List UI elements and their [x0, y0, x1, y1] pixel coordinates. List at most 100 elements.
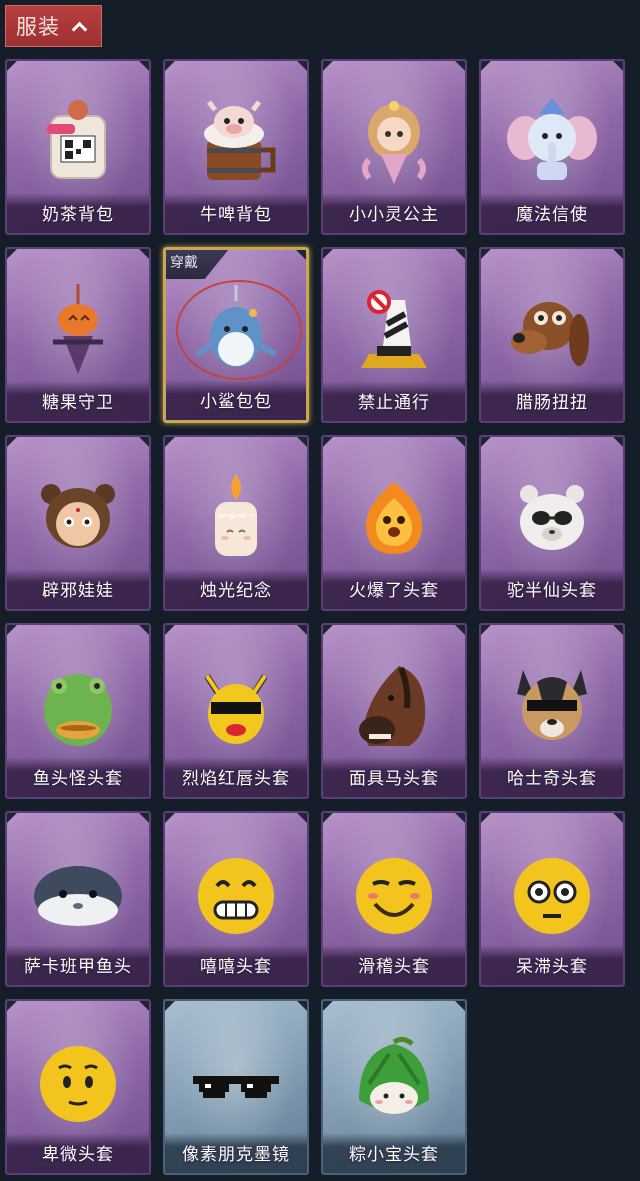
- card-corner-notch: [7, 61, 17, 71]
- card-corner-notch: [455, 625, 465, 635]
- item-card[interactable]: 哈士奇头套: [479, 623, 625, 799]
- item-name-label: 鱼头怪头套: [7, 757, 149, 797]
- card-corner-notch: [323, 625, 333, 635]
- card-corner-notch: [7, 813, 17, 823]
- item-card[interactable]: 萨卡班甲鱼头: [5, 811, 151, 987]
- item-card[interactable]: 火爆了头套: [321, 435, 467, 611]
- item-name-label: 奶茶背包: [7, 193, 149, 233]
- card-corner-notch: [455, 813, 465, 823]
- card-corner-notch: [297, 625, 307, 635]
- item-card[interactable]: 烈焰红唇头套: [163, 623, 309, 799]
- card-corner-notch: [481, 813, 491, 823]
- worn-badge: 穿戴: [166, 250, 229, 279]
- husky-sunglasses-icon: [497, 652, 607, 762]
- item-name-label: 烈焰红唇头套: [165, 757, 307, 797]
- item-card[interactable]: 牛啤背包: [163, 59, 309, 235]
- card-corner-notch: [139, 1001, 149, 1011]
- item-card[interactable]: 驼半仙头套: [479, 435, 625, 611]
- card-corner-notch: [613, 437, 623, 447]
- shark-bag-icon: [181, 277, 291, 387]
- item-name-label: 烛光纪念: [165, 569, 307, 609]
- alpaca-sunglasses-icon: [497, 464, 607, 574]
- item-name-label: 嘻嘻头套: [165, 945, 307, 985]
- card-corner-notch: [455, 249, 465, 259]
- card-corner-notch: [613, 813, 623, 823]
- no-entry-sign-icon: [339, 276, 449, 386]
- item-name-label: 萨卡班甲鱼头: [7, 945, 149, 985]
- card-corner-notch: [297, 437, 307, 447]
- item-card[interactable]: 奶茶背包: [5, 59, 151, 235]
- section-title: 服装: [16, 15, 60, 39]
- item-name-label: 糖果守卫: [7, 381, 149, 421]
- item-card[interactable]: 像素朋克墨镜: [163, 999, 309, 1175]
- item-card[interactable]: 小小灵公主: [321, 59, 467, 235]
- card-corner-notch: [165, 437, 175, 447]
- item-name-label: 魔法信使: [481, 193, 623, 233]
- item-card[interactable]: 呆滞头套: [479, 811, 625, 987]
- item-card[interactable]: 面具马头套: [321, 623, 467, 799]
- card-corner-notch: [139, 249, 149, 259]
- zongzi-head-icon: [339, 1028, 449, 1138]
- item-card[interactable]: 穿戴 小鲨包包: [163, 247, 309, 423]
- card-corner-notch: [165, 813, 175, 823]
- card-corner-notch: [455, 437, 465, 447]
- humble-emoji-icon: [23, 1028, 133, 1138]
- item-card[interactable]: 辟邪娃娃: [5, 435, 151, 611]
- card-corner-notch: [7, 437, 17, 447]
- card-corner-notch: [297, 1001, 307, 1011]
- little-princess-icon: [339, 88, 449, 198]
- card-corner-notch: [481, 437, 491, 447]
- item-name-label: 面具马头套: [323, 757, 465, 797]
- card-corner-notch: [481, 61, 491, 71]
- item-card[interactable]: 烛光纪念: [163, 435, 309, 611]
- item-name-label: 滑稽头套: [323, 945, 465, 985]
- item-name-label: 火爆了头套: [323, 569, 465, 609]
- card-corner-notch: [296, 250, 306, 260]
- item-card[interactable]: 嘻嘻头套: [163, 811, 309, 987]
- card-corner-notch: [323, 1001, 333, 1011]
- card-corner-notch: [455, 61, 465, 71]
- pixel-sunglasses-icon: [181, 1028, 291, 1138]
- card-corner-notch: [297, 61, 307, 71]
- pumpkin-guard-icon: [23, 276, 133, 386]
- card-corner-notch: [323, 813, 333, 823]
- card-corner-notch: [481, 249, 491, 259]
- card-corner-notch: [7, 1001, 17, 1011]
- section-tab-clothing[interactable]: 服装: [5, 5, 102, 47]
- magic-elephant-icon: [497, 88, 607, 198]
- card-corner-notch: [613, 625, 623, 635]
- card-corner-notch: [165, 625, 175, 635]
- horse-mask-icon: [339, 652, 449, 762]
- item-card[interactable]: 滑稽头套: [321, 811, 467, 987]
- grin-emoji-icon: [181, 840, 291, 950]
- sacabambaspis-icon: [23, 840, 133, 950]
- card-corner-notch: [613, 249, 623, 259]
- beer-barrel-backpack-icon: [181, 88, 291, 198]
- card-corner-notch: [481, 625, 491, 635]
- item-card[interactable]: 糖果守卫: [5, 247, 151, 423]
- item-card[interactable]: 粽小宝头套: [321, 999, 467, 1175]
- item-card[interactable]: 鱼头怪头套: [5, 623, 151, 799]
- item-card[interactable]: 魔法信使: [479, 59, 625, 235]
- yellow-mask-icon: [181, 652, 291, 762]
- item-name-label: 哈士奇头套: [481, 757, 623, 797]
- item-name-label: 牛啤背包: [165, 193, 307, 233]
- card-corner-notch: [323, 437, 333, 447]
- card-corner-notch: [139, 437, 149, 447]
- card-corner-notch: [7, 249, 17, 259]
- card-corner-notch: [613, 61, 623, 71]
- card-corner-notch: [323, 61, 333, 71]
- item-card[interactable]: 腊肠扭扭: [479, 247, 625, 423]
- item-name-label: 像素朋克墨镜: [165, 1133, 307, 1173]
- card-corner-notch: [323, 249, 333, 259]
- card-corner-notch: [165, 1001, 175, 1011]
- item-name-label: 卑微头套: [7, 1133, 149, 1173]
- item-card[interactable]: 禁止通行: [321, 247, 467, 423]
- item-name-label: 呆滞头套: [481, 945, 623, 985]
- card-corner-notch: [455, 1001, 465, 1011]
- item-name-label: 小小灵公主: [323, 193, 465, 233]
- item-card[interactable]: 卑微头套: [5, 999, 151, 1175]
- item-name-label: 小鲨包包: [166, 380, 306, 420]
- fire-spirit-icon: [339, 464, 449, 574]
- candle-icon: [181, 464, 291, 574]
